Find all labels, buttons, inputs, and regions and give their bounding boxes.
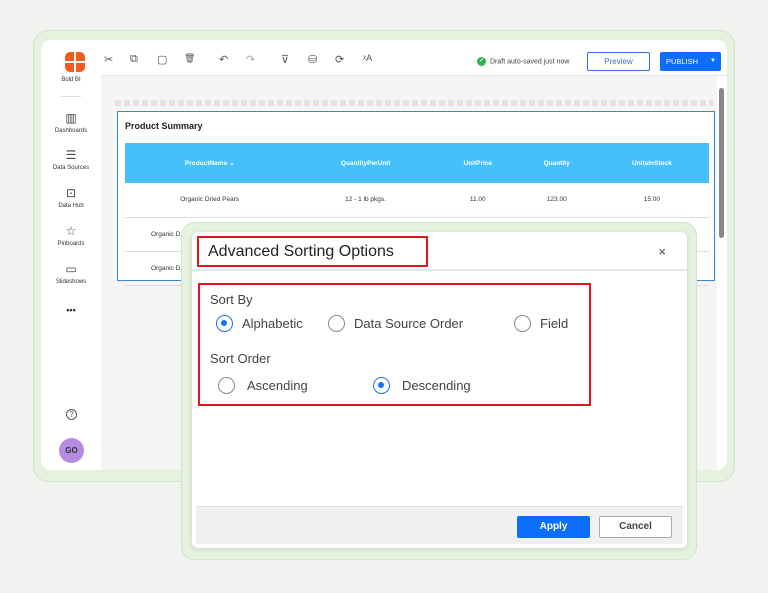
- database-icon: ☰: [65, 148, 77, 162]
- apply-button[interactable]: Apply: [517, 516, 590, 538]
- tv-icon: ▭: [65, 262, 77, 276]
- label: Data Hub: [58, 203, 84, 209]
- divider: [61, 96, 81, 97]
- cell: 12 - 1 lb pkgs.: [294, 183, 437, 218]
- help-icon[interactable]: ?: [66, 409, 77, 420]
- datasource-icon[interactable]: ⛁: [308, 53, 317, 66]
- publish-label: PUBLISH: [666, 57, 699, 66]
- filter-icon[interactable]: ⊽: [281, 53, 289, 66]
- column-header[interactable]: Quantity: [518, 143, 595, 183]
- sidebar-item-dashboards[interactable]: ▥ Dashboards: [41, 111, 101, 134]
- option-label: Data Source Order: [354, 316, 464, 331]
- radio-field[interactable]: Field: [514, 315, 568, 332]
- status-text: Draft auto-saved just now: [490, 58, 570, 66]
- option-label: Descending: [402, 378, 471, 393]
- label: Data Sources: [52, 165, 90, 171]
- dialog-header: Advanced Sorting Options ×: [192, 232, 687, 271]
- cell: Organic Dried Pears: [125, 183, 295, 218]
- advanced-sorting-dialog: Advanced Sorting Options × Sort By Alpha…: [192, 232, 687, 548]
- brand-name: Bold BI: [61, 77, 81, 83]
- label: Slideshows: [55, 279, 87, 285]
- column-header[interactable]: ProductName ⌄: [125, 143, 295, 183]
- radio-icon[interactable]: [514, 315, 531, 332]
- sort-order-label: Sort Order: [210, 351, 271, 366]
- translate-icon[interactable]: ᵡA: [363, 53, 372, 63]
- bold-bi-logo: [65, 52, 85, 72]
- radio-icon[interactable]: [328, 315, 345, 332]
- check-icon: ✓: [477, 57, 486, 66]
- preview-button[interactable]: Preview: [587, 52, 650, 71]
- radio-checked-icon[interactable]: [216, 315, 233, 332]
- redo-icon[interactable]: ↷: [246, 53, 255, 66]
- autosave-status: ✓ Draft auto-saved just now: [477, 57, 569, 66]
- avatar[interactable]: GO: [59, 438, 84, 463]
- bar-chart-icon: ▥: [65, 111, 77, 125]
- grid-dots: [115, 100, 713, 106]
- chevron-down-icon[interactable]: ▼: [710, 52, 716, 71]
- sidebar-item-data-hub[interactable]: ⊡ Data Hub: [41, 186, 101, 209]
- close-icon[interactable]: ×: [658, 244, 666, 259]
- sidebar-item-pinboards[interactable]: ☆ Pinboards: [41, 224, 101, 247]
- column-header[interactable]: UnitPrice: [436, 143, 519, 183]
- label: Dashboards: [54, 128, 88, 134]
- option-label: Alphabetic: [242, 316, 303, 331]
- cut-icon[interactable]: ✂: [104, 53, 113, 66]
- radio-checked-icon[interactable]: [373, 377, 390, 394]
- sort-by-label: Sort By: [210, 292, 253, 307]
- pin-icon: ☆: [65, 224, 77, 238]
- radio-ascending[interactable]: Ascending: [218, 377, 308, 394]
- radio-descending[interactable]: Descending: [373, 377, 471, 394]
- publish-button[interactable]: PUBLISH ▼: [660, 52, 721, 71]
- dialog-footer: Apply Cancel: [196, 506, 683, 544]
- radio-data-source-order[interactable]: Data Source Order: [328, 315, 463, 332]
- delete-icon[interactable]: 🗑: [184, 53, 195, 64]
- vertical-scrollbar[interactable]: [719, 88, 724, 238]
- sidebar-item-data-sources[interactable]: ☰ Data Sources: [41, 148, 101, 171]
- widget-title: Product Summary: [125, 121, 203, 131]
- chevron-down-icon[interactable]: ⌄: [229, 160, 234, 167]
- refresh-icon[interactable]: ⟳: [335, 53, 344, 66]
- option-label: Ascending: [247, 378, 308, 393]
- dialog-title: Advanced Sorting Options: [197, 236, 428, 267]
- option-label: Field: [540, 316, 569, 331]
- cell: 123.00: [518, 183, 595, 218]
- cancel-button[interactable]: Cancel: [599, 516, 672, 538]
- data-hub-icon: ⊡: [65, 186, 77, 200]
- cell: 11.00: [436, 183, 519, 218]
- cell: 15.00: [594, 183, 709, 218]
- table-header: ProductName ⌄ QuantityPerUnit UnitPrice …: [125, 143, 709, 183]
- sidebar-item-slideshows[interactable]: ▭ Slideshows: [41, 262, 101, 285]
- sidebar: Bold BI ▥ Dashboards ☰ Data Sources ⊡ Data …: [41, 40, 101, 470]
- sorting-options: Sort By Alphabetic Data Source Order Fie…: [198, 283, 591, 406]
- column-header[interactable]: QuantityPerUnit: [294, 143, 437, 183]
- radio-alphabetic[interactable]: Alphabetic: [216, 315, 303, 332]
- column-header[interactable]: UnitsInStock: [594, 143, 709, 183]
- radio-icon[interactable]: [218, 377, 235, 394]
- undo-icon[interactable]: ↶: [219, 53, 228, 66]
- label: Pinboards: [57, 241, 85, 247]
- copy-icon[interactable]: ⧉: [130, 53, 138, 66]
- paste-icon[interactable]: ▢: [157, 53, 167, 66]
- more-button[interactable]: •••: [41, 305, 101, 315]
- table-row: Organic Dried Pears 12 - 1 lb pkgs. 11.00 1…: [125, 183, 709, 218]
